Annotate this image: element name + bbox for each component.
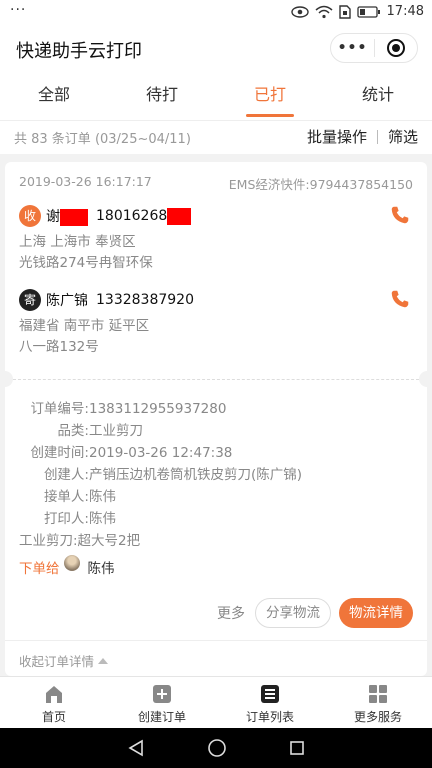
chevron-up-icon [98, 658, 109, 664]
status-bar: ··· 17:48 [0, 0, 432, 24]
ticket-notch-left [5, 371, 13, 387]
grid-icon [369, 685, 387, 703]
sender-address: 福建省 南平市 延平区 八一路132号 [19, 316, 413, 358]
clock: 17:48 [386, 4, 424, 19]
sender-street: 八一路132号 [19, 339, 99, 355]
sender-badge: 寄 [19, 289, 41, 311]
collapse-label: 收起订单详情 [19, 654, 95, 669]
target-icon [386, 39, 405, 57]
tab-all[interactable]: 全部 [0, 72, 108, 120]
receiver-address: 上海 上海市 奉贤区 光钱路274号冉智环保 [19, 232, 413, 274]
system-nav-bar [0, 728, 432, 768]
order-actions: 更多 分享物流 物流详情 [217, 598, 413, 628]
app-title: 快递助手云打印 [16, 41, 142, 62]
status-icons: 17:48 [290, 4, 424, 19]
ticket-notch-right [419, 371, 427, 387]
nav-create-order[interactable]: 创建订单 [108, 677, 216, 728]
battery-icon [356, 5, 380, 18]
order-count: 共 83 条订单 (03/25~04/11) [14, 132, 191, 147]
receiver-phone: 18016268 [96, 207, 192, 225]
detail-row: 创建时间: 2019-03-26 12:47:38 [30, 445, 233, 461]
order-card: 2019-03-26 16:17:17 EMS经济快件:979443785415… [5, 162, 427, 676]
receiver-badge: 收 [19, 205, 41, 227]
detail-row: 创建人: 产销压边机卷筒机铁皮剪刀(陈广锦) [43, 467, 303, 483]
sender-name: 陈广锦 [46, 293, 88, 309]
filter-divider [376, 129, 378, 144]
tab-printed[interactable]: 已打 [216, 72, 324, 120]
detail-row: 接单人: 陈伟 [43, 489, 116, 505]
assignee-row: 下单给 陈伟 [19, 555, 115, 579]
filter-bar: 共 83 条订单 (03/25~04/11) 批量操作 筛选 [0, 120, 432, 154]
title-bar: 快递助手云打印 ••• [0, 24, 432, 72]
more-button[interactable]: 更多 [217, 603, 245, 623]
collapse-details-toggle[interactable]: 收起订单详情 [5, 640, 427, 676]
nav-order-list[interactable]: 订单列表 [216, 677, 324, 728]
home-circle-icon[interactable] [207, 738, 227, 758]
receiver-region: 上海 上海市 奉贤区 [19, 234, 136, 250]
tab-pending[interactable]: 待打 [108, 72, 216, 120]
nav-home[interactable]: 首页 [0, 677, 108, 728]
home-icon [46, 686, 62, 703]
back-icon[interactable] [127, 739, 145, 757]
receiver-street: 光钱路274号冉智环保 [19, 255, 153, 271]
tab-stats[interactable]: 统计 [324, 72, 432, 120]
wifi-icon [315, 5, 333, 18]
more-menu-button[interactable]: ••• [331, 40, 374, 56]
avatar [63, 555, 80, 571]
receiver-block: 收 谢 18016268 上海 上海市 奉贤区 光钱路274号冉智环保 [19, 204, 413, 274]
batch-operation-button[interactable]: 批量操作 [307, 126, 367, 147]
dashed-divider [13, 379, 419, 380]
order-tabs: 全部 待打 已打 统计 [0, 72, 432, 120]
close-mini-program-button[interactable] [375, 39, 417, 57]
eye-icon [290, 5, 309, 18]
phone-icon[interactable] [389, 288, 411, 310]
receiver-name: 谢 [46, 206, 88, 226]
phone-icon[interactable] [389, 204, 411, 226]
order-list-icon [261, 685, 279, 703]
redaction-mark [167, 207, 192, 225]
sender-phone: 13328387920 [96, 292, 194, 308]
sender-region: 福建省 南平市 延平区 [19, 318, 150, 334]
order-header: 2019-03-26 16:17:17 EMS经济快件:979443785415… [19, 174, 413, 193]
notification-dots: ··· [10, 2, 27, 18]
assign-label: 下单给 [19, 561, 60, 577]
assignee-name: 陈伟 [87, 561, 115, 577]
order-datetime: 2019-03-26 16:17:17 [19, 174, 152, 189]
filter-button[interactable]: 筛选 [388, 126, 418, 147]
share-logistics-button[interactable]: 分享物流 [255, 598, 331, 628]
add-order-icon [153, 685, 171, 703]
redaction-mark [60, 208, 88, 226]
logistics-detail-button[interactable]: 物流详情 [339, 598, 413, 628]
mini-program-capsule: ••• [330, 33, 418, 63]
nav-more-services[interactable]: 更多服务 [324, 677, 432, 728]
detail-row: 品类: 工业剪刀 [57, 423, 143, 439]
item-note: 工业剪刀:超大号2把 [19, 533, 141, 549]
order-details: 订单编号: 1383112955937280 品类: 工业剪刀 创建时间: 2019-… [19, 398, 302, 552]
detail-row: 打印人: 陈伟 [43, 511, 116, 527]
carrier-tracking: EMS经济快件:9794437854150 [228, 177, 413, 192]
sender-block: 寄 陈广锦 13328387920 福建省 南平市 延平区 八一路132号 [19, 288, 413, 358]
detail-row: 订单编号: 1383112955937280 [30, 401, 227, 417]
sim-icon [338, 4, 351, 19]
recents-icon[interactable] [289, 740, 305, 756]
bottom-nav: 首页 创建订单 订单列表 更多服务 [0, 676, 432, 728]
